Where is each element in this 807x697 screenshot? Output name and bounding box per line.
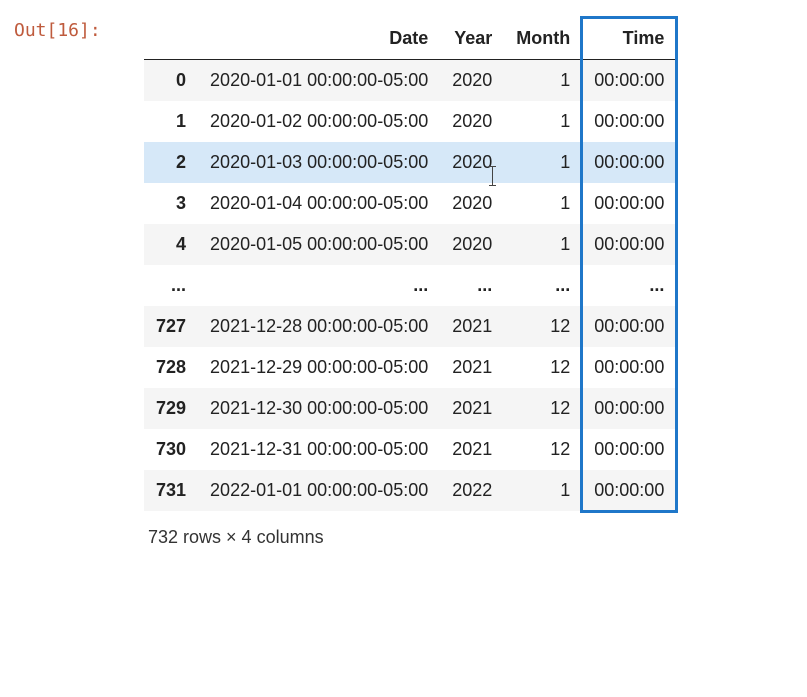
cell-year: ...	[440, 265, 504, 306]
row-index: 729	[144, 388, 198, 429]
cell-year: 2020	[440, 101, 504, 142]
table-row[interactable]: 7282021-12-29 00:00:00-05:0020211200:00:…	[144, 347, 676, 388]
cell-year: 2022	[440, 470, 504, 511]
row-index: 3	[144, 183, 198, 224]
table-row[interactable]: 7312022-01-01 00:00:00-05:002022100:00:0…	[144, 470, 676, 511]
row-index: 727	[144, 306, 198, 347]
header-date[interactable]: Date	[198, 18, 440, 60]
cell-date: 2020-01-03 00:00:00-05:00	[198, 142, 440, 183]
cell-date: 2021-12-31 00:00:00-05:00	[198, 429, 440, 470]
cell-time: 00:00:00	[582, 306, 676, 347]
row-index: 4	[144, 224, 198, 265]
cell-time: 00:00:00	[582, 429, 676, 470]
table-row[interactable]: 42020-01-05 00:00:00-05:002020100:00:00	[144, 224, 676, 265]
cell-year: 2021	[440, 347, 504, 388]
table-row[interactable]: 02020-01-01 00:00:00-05:002020100:00:00	[144, 60, 676, 102]
cell-month: 12	[504, 306, 582, 347]
cell-month: 1	[504, 470, 582, 511]
cell-date: 2020-01-04 00:00:00-05:00	[198, 183, 440, 224]
cell-time: 00:00:00	[582, 388, 676, 429]
header-month[interactable]: Month	[504, 18, 582, 60]
table-row[interactable]: 32020-01-04 00:00:00-05:002020100:00:00	[144, 183, 676, 224]
output-prompt: Out[16]:	[0, 18, 144, 41]
cell-time: ...	[582, 265, 676, 306]
cell-month: 1	[504, 224, 582, 265]
cell-year: 2021	[440, 306, 504, 347]
row-index: ...	[144, 265, 198, 306]
dataframe-summary: 732 rows × 4 columns	[144, 511, 676, 548]
cell-year: 2020	[440, 224, 504, 265]
cell-time: 00:00:00	[582, 101, 676, 142]
cell-date: 2021-12-28 00:00:00-05:00	[198, 306, 440, 347]
cell-time: 00:00:00	[582, 347, 676, 388]
cell-month: 1	[504, 183, 582, 224]
header-index-corner	[144, 18, 198, 60]
row-index: 0	[144, 60, 198, 102]
cell-month: 1	[504, 101, 582, 142]
table-row[interactable]: 22020-01-03 00:00:00-05:002020100:00:00	[144, 142, 676, 183]
cell-date: 2020-01-02 00:00:00-05:00	[198, 101, 440, 142]
row-index: 1	[144, 101, 198, 142]
cell-time: 00:00:00	[582, 224, 676, 265]
header-year[interactable]: Year	[440, 18, 504, 60]
cell-year: 2021	[440, 388, 504, 429]
row-index: 2	[144, 142, 198, 183]
cell-date: 2020-01-01 00:00:00-05:00	[198, 60, 440, 102]
ellipsis-row[interactable]: ...............	[144, 265, 676, 306]
header-time[interactable]: Time	[582, 18, 676, 60]
cell-time: 00:00:00	[582, 60, 676, 102]
table-row[interactable]: 12020-01-02 00:00:00-05:002020100:00:00	[144, 101, 676, 142]
row-index: 730	[144, 429, 198, 470]
cell-time: 00:00:00	[582, 142, 676, 183]
table-row[interactable]: 7272021-12-28 00:00:00-05:0020211200:00:…	[144, 306, 676, 347]
cell-month: 12	[504, 347, 582, 388]
row-index: 728	[144, 347, 198, 388]
cell-year: 2021	[440, 429, 504, 470]
cell-date: ...	[198, 265, 440, 306]
cell-month: 12	[504, 429, 582, 470]
cell-month: 12	[504, 388, 582, 429]
table-row[interactable]: 7292021-12-30 00:00:00-05:0020211200:00:…	[144, 388, 676, 429]
cell-date: 2021-12-29 00:00:00-05:00	[198, 347, 440, 388]
cell-month: 1	[504, 60, 582, 102]
dataframe-table[interactable]: Date Year Month Time 02020-01-01 00:00:0…	[144, 18, 676, 511]
cell-time: 00:00:00	[582, 183, 676, 224]
cell-date: 2020-01-05 00:00:00-05:00	[198, 224, 440, 265]
dataframe-output: Date Year Month Time 02020-01-01 00:00:0…	[144, 18, 676, 548]
cell-date: 2022-01-01 00:00:00-05:00	[198, 470, 440, 511]
cell-month: ...	[504, 265, 582, 306]
cell-year: 2020	[440, 142, 504, 183]
cell-date: 2021-12-30 00:00:00-05:00	[198, 388, 440, 429]
row-index: 731	[144, 470, 198, 511]
cell-year: 2020	[440, 183, 504, 224]
table-row[interactable]: 7302021-12-31 00:00:00-05:0020211200:00:…	[144, 429, 676, 470]
cell-year: 2020	[440, 60, 504, 102]
header-row: Date Year Month Time	[144, 18, 676, 60]
cell-month: 1	[504, 142, 582, 183]
cell-time: 00:00:00	[582, 470, 676, 511]
